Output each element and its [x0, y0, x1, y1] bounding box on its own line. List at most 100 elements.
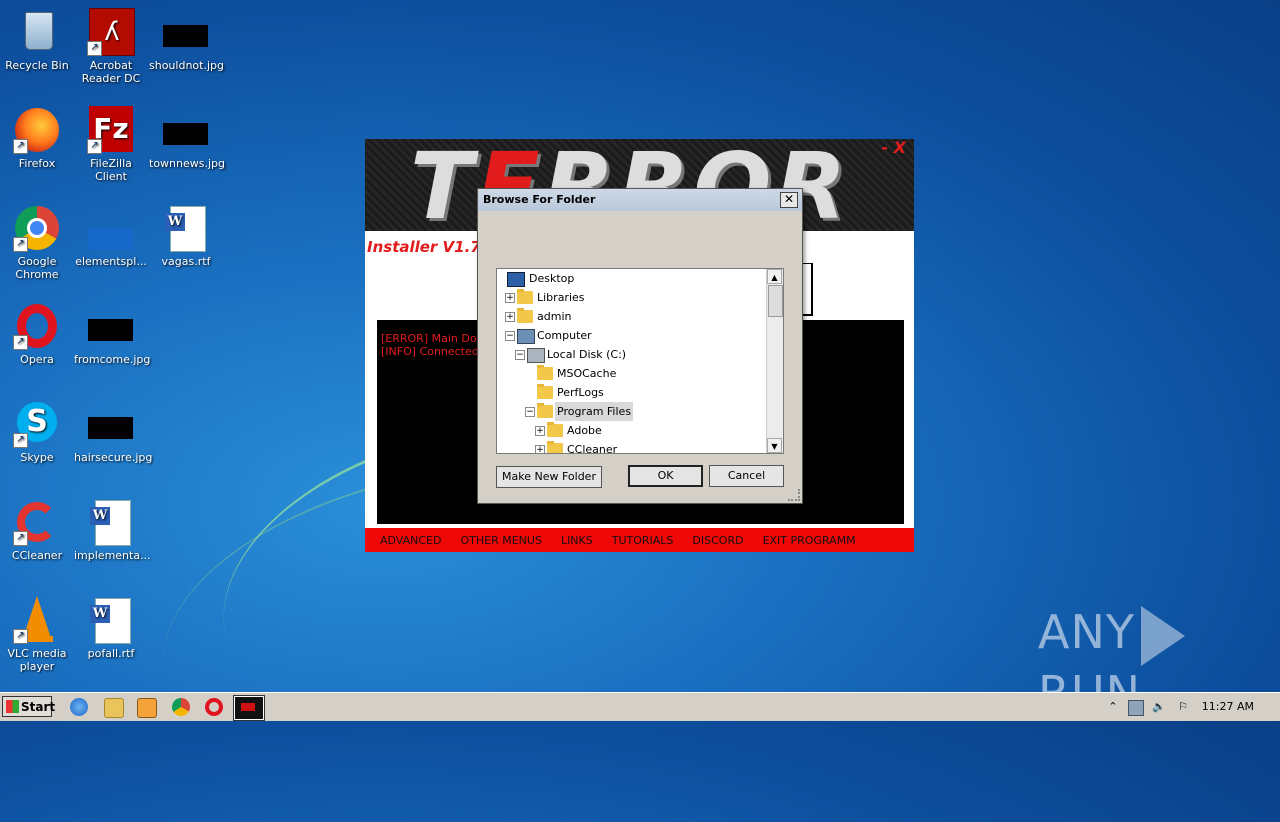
menu-links[interactable]: LINKS: [561, 534, 593, 547]
desktop-icon-label: fromcome.jpg: [74, 353, 151, 366]
firefox-icon: ↗: [13, 106, 61, 154]
user-folder-icon: [517, 308, 533, 323]
installer-close-button[interactable]: - X: [881, 139, 906, 157]
opera-taskbar-icon[interactable]: [205, 698, 223, 716]
word-document-icon: W: [87, 596, 135, 644]
dialog-title-bar[interactable]: Browse For Folder ✕: [478, 189, 802, 211]
desktop-icon-firefox[interactable]: ↗ Firefox: [0, 106, 74, 170]
folder-icon: [537, 403, 553, 418]
desktop-icon-skype[interactable]: S ↗ Skype: [0, 400, 74, 464]
menu-other-menus[interactable]: OTHER MENUS: [460, 534, 541, 547]
image-file-icon: [162, 106, 210, 154]
browse-for-folder-dialog: Browse For Folder ✕ Desktop + Libraries …: [477, 188, 803, 504]
tree-item-label: MSOCache: [557, 367, 617, 380]
dialog-close-button[interactable]: ✕: [780, 192, 798, 208]
menu-exit-programm[interactable]: EXIT PROGRAMM: [763, 534, 856, 547]
filezilla-icon: Fz ↗: [87, 106, 135, 154]
windows-logo-icon: [6, 700, 19, 713]
tree-item-label: CCleaner: [567, 443, 618, 454]
menu-advanced[interactable]: ADVANCED: [380, 534, 441, 547]
chrome-icon: ↗: [13, 204, 61, 252]
menu-discord[interactable]: DISCORD: [692, 534, 743, 547]
desktop-icon-fromcome[interactable]: fromcome.jpg: [74, 302, 151, 366]
desktop-icon-vlc[interactable]: ↗ VLC media player: [0, 596, 74, 673]
tree-item-label: PerfLogs: [557, 386, 604, 399]
scroll-thumb[interactable]: [768, 285, 783, 317]
terror-taskbar-button[interactable]: [233, 695, 265, 721]
cancel-button[interactable]: Cancel: [709, 465, 784, 487]
clock[interactable]: 11:27 AM: [1202, 695, 1254, 719]
dialog-title: Browse For Folder: [483, 193, 596, 206]
flag-icon[interactable]: ⚐: [1176, 700, 1190, 714]
collapse-icon[interactable]: −: [525, 407, 535, 417]
scroll-up-icon[interactable]: ▲: [767, 269, 782, 284]
desktop-icon-elementspl[interactable]: elementspl...: [74, 204, 148, 268]
libraries-icon: [517, 289, 533, 304]
image-file-icon: [162, 8, 210, 56]
start-label: Start: [21, 700, 56, 714]
scroll-down-icon[interactable]: ▼: [767, 438, 782, 453]
action-center-icon[interactable]: [1128, 700, 1144, 716]
play-icon: [1140, 605, 1185, 666]
desktop-icon-ccleaner[interactable]: ↗ CCleaner: [0, 498, 74, 562]
desktop-icon-shouldnot[interactable]: shouldnot.jpg: [149, 8, 224, 72]
desktop-icon-recycle-bin[interactable]: Recycle Bin: [0, 8, 74, 72]
make-new-folder-button[interactable]: Make New Folder: [496, 466, 602, 488]
desktop-icon-label: Opera: [20, 353, 54, 366]
word-document-icon: W: [162, 204, 210, 252]
tree-item-label: Computer: [537, 329, 592, 342]
volume-icon[interactable]: 🔈: [1152, 700, 1166, 714]
desktop-icon-label: shouldnot.jpg: [149, 59, 224, 72]
file-explorer-icon[interactable]: [104, 698, 124, 718]
collapse-icon[interactable]: −: [505, 331, 515, 341]
desktop-icon-label: implementa...: [74, 549, 151, 562]
desktop-icon-label: VLC media player: [7, 647, 67, 673]
tree-item-label: Libraries: [537, 291, 585, 304]
desktop-icon-opera[interactable]: ↗ Opera: [0, 302, 74, 366]
desktop-icon-label: Google Chrome: [15, 255, 59, 281]
expand-icon[interactable]: +: [505, 293, 515, 303]
expand-icon[interactable]: +: [505, 312, 515, 322]
desktop-icon-label: elementspl...: [75, 255, 147, 268]
desktop-icon-label: Firefox: [18, 157, 56, 170]
desktop-icon-filezilla[interactable]: Fz ↗ FileZilla Client: [74, 106, 148, 183]
desktop-icon-label: Acrobat Reader DC: [81, 59, 141, 85]
folder-tree[interactable]: Desktop + Libraries + admin − Computer −…: [496, 268, 784, 454]
desktop-icon-label: Recycle Bin: [5, 59, 69, 72]
desktop-icon-label: townnews.jpg: [149, 157, 225, 170]
desktop-icon-hairsecure[interactable]: hairsecure.jpg: [74, 400, 152, 464]
ok-button[interactable]: OK: [628, 465, 703, 487]
expand-icon[interactable]: +: [535, 445, 545, 453]
expand-icon[interactable]: +: [535, 426, 545, 436]
start-button[interactable]: Start: [2, 696, 56, 717]
media-player-icon[interactable]: [137, 698, 157, 718]
desktop-icon-label: FileZilla Client: [90, 157, 132, 183]
tree-item-label: Desktop: [529, 272, 575, 285]
internet-explorer-icon[interactable]: [70, 698, 88, 716]
tree-scrollbar[interactable]: ▲ ▼: [766, 269, 783, 453]
menu-tutorials[interactable]: TUTORIALS: [612, 534, 674, 547]
collapse-icon[interactable]: −: [515, 350, 525, 360]
taskbar: Start ⌃ 🔈 ⚐ 11:27 AM: [0, 692, 1280, 721]
desktop-icon-townnews[interactable]: townnews.jpg: [149, 106, 225, 170]
desktop-icon-acrobat[interactable]: ʎ ↗ Acrobat Reader DC: [74, 8, 148, 85]
tree-item-label: Adobe: [567, 424, 602, 437]
drive-icon: [527, 348, 545, 363]
image-file-icon: [87, 400, 135, 448]
show-hidden-icons-icon[interactable]: ⌃: [1106, 700, 1120, 714]
chrome-taskbar-icon[interactable]: [172, 698, 190, 716]
image-file-icon: [87, 302, 135, 350]
desktop-icon-pofall[interactable]: W pofall.rtf: [74, 596, 148, 660]
watermark-text-left: ANY: [1038, 605, 1135, 659]
desktop-icon: [507, 272, 525, 287]
desktop-icon-chrome[interactable]: ↗ Google Chrome: [0, 204, 74, 281]
word-document-icon: W: [87, 498, 135, 546]
tree-item-label: Local Disk (C:): [547, 348, 627, 361]
tree-item-label: admin: [537, 310, 572, 323]
desktop-icon-label: CCleaner: [11, 549, 63, 562]
desktop-icon-implementa[interactable]: W implementa...: [74, 498, 151, 562]
resize-grip-icon[interactable]: [788, 489, 800, 501]
desktop-icon-vagas[interactable]: W vagas.rtf: [149, 204, 223, 268]
ccleaner-icon: ↗: [13, 498, 61, 546]
desktop-icon-label: Skype: [20, 451, 54, 464]
